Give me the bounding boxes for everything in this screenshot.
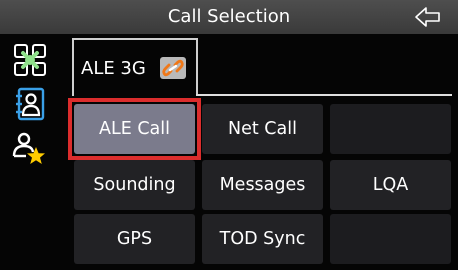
tab-label: ALE 3G	[81, 58, 146, 79]
sounding-button[interactable]: Sounding	[74, 160, 195, 210]
tod-sync-button[interactable]: TOD Sync	[202, 214, 323, 264]
back-arrow-icon	[415, 7, 440, 27]
net-call-button[interactable]: Net Call	[202, 104, 323, 154]
messages-button[interactable]: Messages	[202, 160, 323, 210]
call-selection-panel: ALE 3G ALE Call Net Call Sounding Messag…	[60, 34, 458, 270]
back-button[interactable]	[412, 4, 444, 30]
sidebar	[0, 34, 60, 270]
page-title: Call Selection	[167, 6, 291, 27]
empty-cell	[330, 104, 451, 154]
selection-highlight	[68, 98, 201, 160]
link-badge	[160, 57, 186, 79]
title-bar: Call Selection	[0, 0, 458, 34]
favorite-contact-icon	[12, 132, 45, 164]
sidebar-item-contacts[interactable]	[6, 84, 54, 124]
contacts-book-icon	[16, 87, 45, 121]
tab-ale-3g[interactable]: ALE 3G	[72, 38, 198, 96]
radio-network-icon	[14, 44, 46, 76]
empty-cell	[330, 214, 451, 264]
gps-button[interactable]: GPS	[74, 214, 195, 264]
sidebar-item-network[interactable]	[6, 40, 54, 80]
chain-link-icon	[162, 59, 184, 77]
tab-underline	[196, 94, 452, 96]
lqa-button[interactable]: LQA	[330, 160, 451, 210]
sidebar-item-favorites[interactable]	[6, 128, 54, 168]
